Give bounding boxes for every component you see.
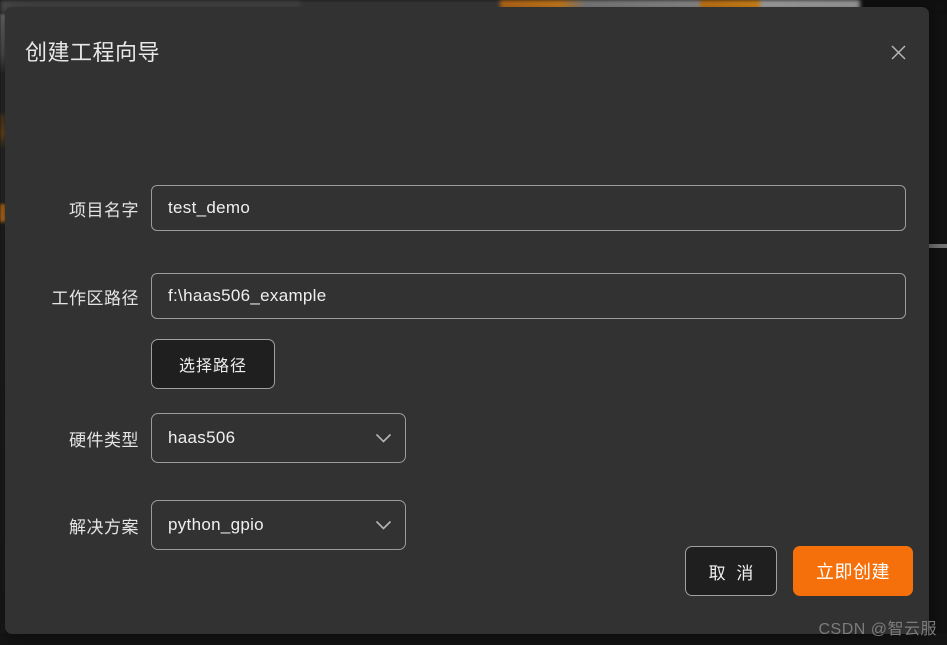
dialog-footer: 取 消 立即创建 — [5, 538, 929, 634]
form-row-hardware-type: 硬件类型 haas506 — [5, 413, 406, 463]
dialog-title: 创建工程向导 — [25, 40, 161, 65]
cancel-button[interactable]: 取 消 — [685, 546, 777, 596]
browse-path-button[interactable]: 选择路径 — [151, 339, 275, 389]
form-row-workspace-path: 工作区路径 — [5, 273, 906, 319]
background-bottom-strip — [0, 633, 947, 645]
create-now-button[interactable]: 立即创建 — [793, 546, 913, 596]
create-project-wizard-dialog: 创建工程向导 项目名字 工作区路径 选择路径 — [5, 7, 929, 634]
close-icon[interactable] — [884, 38, 912, 66]
workspace-path-input[interactable] — [151, 273, 906, 319]
hardware-type-select[interactable]: haas506 — [151, 413, 406, 463]
hardware-type-select-value[interactable]: haas506 — [151, 413, 406, 463]
label-project-name: 项目名字 — [69, 200, 139, 220]
screen: 创建工程向导 项目名字 工作区路径 选择路径 — [0, 0, 947, 645]
label-hardware-type: 硬件类型 — [69, 430, 139, 450]
label-workspace-path: 工作区路径 — [51, 288, 139, 308]
dialog-header: 创建工程向导 — [5, 7, 929, 81]
form-row-project-name: 项目名字 — [5, 185, 906, 231]
label-solution: 解决方案 — [69, 517, 139, 537]
form-row-browse: 选择路径 — [5, 339, 275, 389]
project-name-input[interactable] — [151, 185, 906, 231]
